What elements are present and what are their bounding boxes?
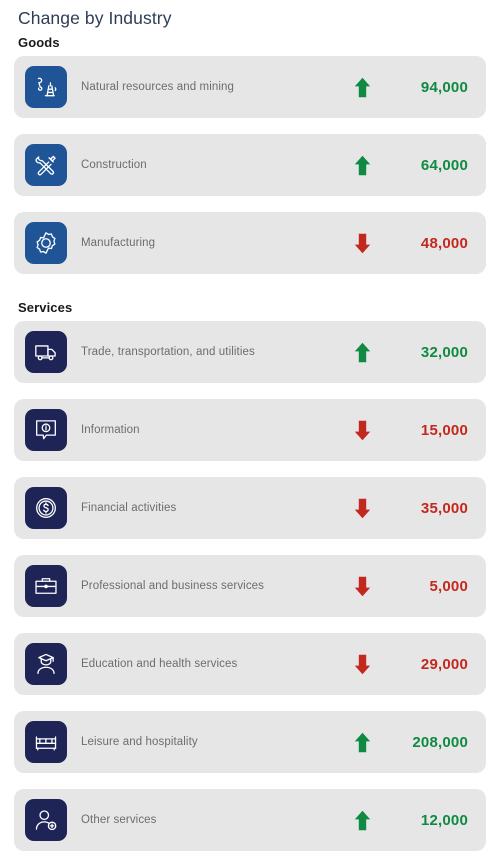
table-row[interactable]: Information 15,000	[14, 399, 486, 461]
table-row[interactable]: Manufacturing 48,000	[14, 212, 486, 274]
arrow-up-icon	[342, 155, 382, 176]
change-value: 32,000	[420, 343, 468, 361]
table-row[interactable]: Natural resources and mining 94,000	[14, 56, 486, 118]
briefcase-icon	[25, 565, 67, 607]
arrow-down-icon	[342, 233, 382, 254]
change-value: 48,000	[420, 234, 468, 252]
table-row[interactable]: Other services 12,000	[14, 789, 486, 851]
table-row[interactable]: Education and health services 29,000	[14, 633, 486, 695]
arrow-down-icon	[342, 576, 382, 597]
table-row[interactable]: Construction 64,000	[14, 134, 486, 196]
change-value: 5,000	[429, 577, 468, 595]
hammer-wrench-icon	[25, 144, 67, 186]
arrow-down-icon	[342, 498, 382, 519]
arrow-up-icon	[342, 810, 382, 831]
change-value: 208,000	[412, 733, 468, 751]
industry-label: Other services	[81, 814, 157, 826]
bed-icon	[25, 721, 67, 763]
change-value: 35,000	[420, 499, 468, 517]
info-bubble-icon	[25, 409, 67, 451]
person-plus-icon	[25, 799, 67, 841]
group-heading-goods: Goods	[18, 35, 60, 50]
industry-label: Information	[81, 424, 140, 436]
industry-label: Trade, transportation, and utilities	[81, 346, 255, 358]
arrow-down-icon	[342, 420, 382, 441]
table-row[interactable]: Trade, transportation, and utilities 32,0…	[14, 321, 486, 383]
graduate-icon	[25, 643, 67, 685]
industry-label: Education and health services	[81, 658, 238, 670]
oil-derrick-icon	[25, 66, 67, 108]
change-value: 64,000	[420, 156, 468, 174]
gear-icon	[25, 222, 67, 264]
arrow-up-icon	[342, 342, 382, 363]
industry-label: Natural resources and mining	[81, 81, 235, 93]
industry-groups: Goods Natural resources and mining 94,000 C…	[14, 29, 486, 851]
change-value: 15,000	[420, 421, 468, 439]
dollar-coin-icon	[25, 487, 67, 529]
truck-icon	[25, 331, 67, 373]
change-value: 94,000	[420, 78, 468, 96]
industry-label: Leisure and hospitality	[81, 736, 198, 748]
arrow-down-icon	[342, 654, 382, 675]
arrow-up-icon	[342, 77, 382, 98]
arrow-up-icon	[342, 732, 382, 753]
industry-label: Financial activities	[81, 502, 177, 514]
page-title: Change by Industry	[18, 8, 172, 28]
industry-label: Construction	[81, 159, 147, 171]
table-row[interactable]: Professional and business services 5,000	[14, 555, 486, 617]
change-value: 12,000	[420, 811, 468, 829]
group-heading-services: Services	[18, 300, 73, 315]
industry-label: Manufacturing	[81, 237, 156, 249]
change-value: 29,000	[420, 655, 468, 673]
table-row[interactable]: Leisure and hospitality 208,000	[14, 711, 486, 773]
change-by-industry-panel: Change by Industry Goods Natural resource…	[0, 0, 500, 851]
table-row[interactable]: Financial activities 35,000	[14, 477, 486, 539]
industry-label: Professional and business services	[81, 580, 265, 592]
